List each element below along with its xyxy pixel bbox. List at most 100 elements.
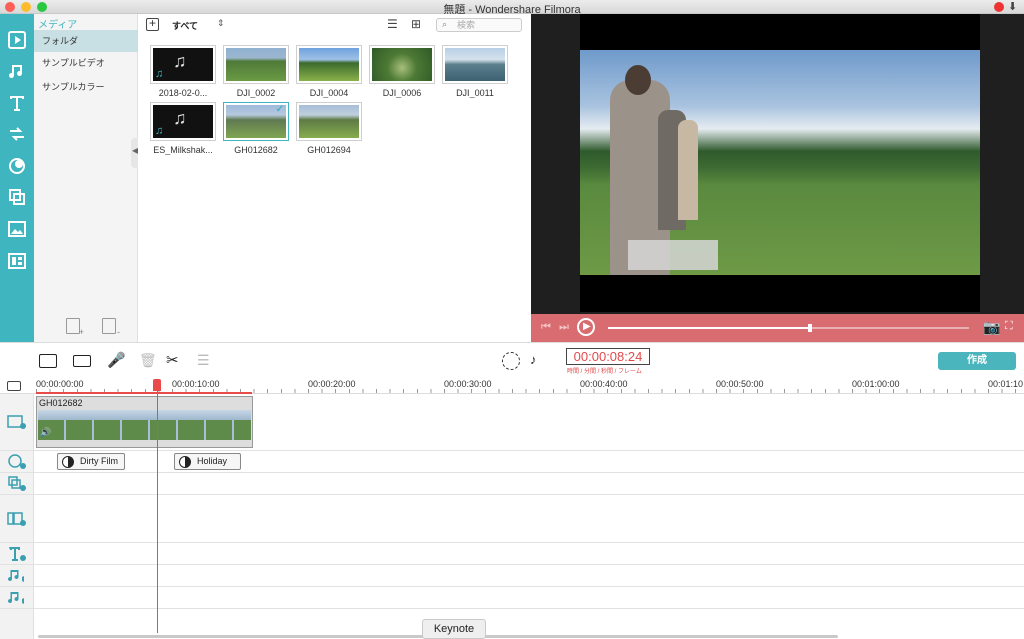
clip-sky xyxy=(38,410,251,420)
effects-track-icon xyxy=(7,453,26,469)
audio-thumb: ♫ ♫ xyxy=(153,105,213,138)
effect-chip-dirty-film[interactable]: Dirty Film xyxy=(57,453,125,470)
media-item-label: DJI_0011 xyxy=(456,88,494,98)
music-track xyxy=(0,587,1024,609)
download-icon[interactable]: ⬇ xyxy=(1008,0,1017,13)
media-item-label: DJI_0006 xyxy=(382,88,422,98)
media-item-video[interactable] xyxy=(223,45,289,84)
checkmark-icon: ✓ xyxy=(275,104,284,115)
search-input[interactable]: 検索 xyxy=(436,18,522,32)
ruler-label: 00:00:40:00 xyxy=(580,379,628,389)
video-thumb xyxy=(299,48,359,81)
video-thumb xyxy=(372,48,432,81)
media-library-icon[interactable] xyxy=(5,28,29,52)
clip-name: GH012682 xyxy=(39,398,83,408)
music-track xyxy=(0,565,1024,587)
speed-icon[interactable] xyxy=(502,352,520,370)
overlay-track-header[interactable] xyxy=(0,473,34,494)
text-track-icon xyxy=(8,546,26,561)
clip-audio-icon[interactable]: 🔊 xyxy=(40,427,51,438)
add-track-icon[interactable] xyxy=(39,354,57,368)
rewind-icon[interactable]: ⏮ xyxy=(541,321,551,334)
delete-folder-icon[interactable]: - xyxy=(102,318,120,337)
ruler-label: 00:01:00:00 xyxy=(852,379,900,389)
effect-label: Dirty Film xyxy=(80,456,118,466)
media-item-video[interactable] xyxy=(296,102,362,141)
media-item-label: DJI_0002 xyxy=(236,88,276,98)
grid-view-icon[interactable]: ⊞ xyxy=(411,17,421,31)
media-item-audio[interactable]: ♫ ♫ xyxy=(150,45,216,84)
preview-panel xyxy=(531,14,1024,314)
sidebar-header: メディア xyxy=(38,20,78,31)
playback-controls: ⏮ ⏭ ▶ 📷 ⛶ xyxy=(531,314,1024,342)
effect-chip-holiday[interactable]: Holiday xyxy=(174,453,241,470)
delete-icon[interactable]: 🗑 xyxy=(139,352,157,369)
music-track-header[interactable] xyxy=(0,565,34,586)
effects-track: Dirty Film Holiday xyxy=(0,451,1024,473)
preview-figure xyxy=(678,120,698,220)
media-item-audio[interactable]: ♫ ♫ xyxy=(150,102,216,141)
sort-icon[interactable]: ☰ xyxy=(387,17,398,31)
elements-icon[interactable] xyxy=(5,217,29,241)
title-bar: 無題 - Wondershare Filmora ⬇ xyxy=(0,0,1024,16)
record-voiceover-icon[interactable]: 🎤 xyxy=(107,351,126,369)
music-track-header[interactable] xyxy=(0,587,34,608)
adjust-icon[interactable]: ☰ xyxy=(197,352,210,369)
media-item-video[interactable] xyxy=(296,45,362,84)
library-rail xyxy=(0,14,34,342)
media-item-label: GH012682 xyxy=(234,145,278,155)
import-media-button[interactable]: + xyxy=(146,17,159,31)
media-item-video-selected[interactable]: ✓ xyxy=(223,102,289,141)
text-track-header[interactable] xyxy=(0,543,34,564)
playback-progress-handle[interactable] xyxy=(808,324,813,332)
transitions-icon[interactable] xyxy=(5,122,29,146)
text-title-icon[interactable] xyxy=(5,91,29,115)
add-folder-icon[interactable]: + xyxy=(66,318,84,337)
playback-progress-track[interactable] xyxy=(608,324,969,332)
ruler-label: 00:00:00:00 xyxy=(36,379,84,389)
empty-track-header xyxy=(0,609,34,639)
cut-icon[interactable]: ✂ xyxy=(166,351,179,369)
media-sidebar: メディア フォルダ サンプルビデオ サンプルカラー + - ◀ xyxy=(34,14,141,342)
overlays-icon[interactable] xyxy=(5,185,29,209)
fullscreen-icon[interactable]: ⛶ xyxy=(1005,320,1013,333)
search-icon: ⌕ xyxy=(442,19,448,29)
pip-track-icon xyxy=(6,511,26,526)
playhead-line xyxy=(157,390,158,633)
record-video-icon[interactable] xyxy=(73,355,91,367)
filter-chevron-icon[interactable]: ⇕ xyxy=(217,18,225,29)
sidebar-item-sample-color[interactable]: サンプルカラー xyxy=(34,76,138,98)
play-button[interactable]: ▶ xyxy=(577,318,595,336)
export-button[interactable]: 作成 xyxy=(938,352,1016,370)
fast-forward-icon[interactable]: ⏭ xyxy=(559,321,569,334)
timecode-display: 00:00:08:24 xyxy=(566,348,650,365)
audio-mixer-icon[interactable]: ♪ xyxy=(530,352,537,367)
media-item-label: GH012694 xyxy=(307,145,351,155)
overlay-track-icon xyxy=(7,475,26,491)
media-item-video[interactable] xyxy=(369,45,435,84)
add-track-button[interactable] xyxy=(7,381,21,391)
preview-frame xyxy=(580,50,980,275)
ruler-label: 00:00:30:00 xyxy=(444,379,492,389)
dock-tooltip: Keynote xyxy=(422,619,486,639)
media-item-video[interactable] xyxy=(442,45,508,84)
music-library-icon[interactable] xyxy=(5,59,29,83)
split-screen-icon[interactable] xyxy=(5,249,29,273)
sidebar-item-sample-video[interactable]: サンプルビデオ xyxy=(34,52,138,74)
playback-progress-fill xyxy=(608,327,811,329)
snapshot-camera-icon[interactable]: 📷 xyxy=(983,319,1000,336)
effects-track-header[interactable] xyxy=(0,451,34,472)
video-track-icon xyxy=(6,415,26,429)
video-track-header[interactable] xyxy=(0,394,34,450)
effect-icon xyxy=(179,456,191,468)
filters-icon[interactable] xyxy=(5,154,29,178)
media-filter-select[interactable]: すべて xyxy=(172,19,198,32)
notification-icon[interactable] xyxy=(994,2,1004,12)
timeline-clip[interactable]: GH012682 🔊 xyxy=(36,396,253,448)
video-thumb: ✓ xyxy=(226,104,286,138)
preview-viewport xyxy=(580,14,980,312)
pip-track-header[interactable] xyxy=(0,495,34,542)
timeline-tracks: GH012682 🔊 Dirty Film Holiday xyxy=(0,394,1024,639)
sidebar-item-folder[interactable]: フォルダ xyxy=(34,30,138,52)
effect-icon xyxy=(62,456,74,468)
